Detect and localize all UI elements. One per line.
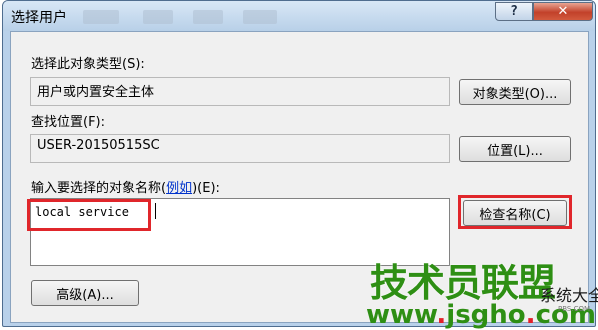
object-type-label: 选择此对象类型(S): — [31, 57, 145, 72]
watermark-title: 技术员联盟 — [370, 261, 556, 305]
background-window-ghost — [193, 10, 223, 24]
help-icon: ? — [510, 4, 518, 19]
watermark-tiny-text: PBS.COM — [558, 305, 591, 313]
location-field: USER-20150515SC — [30, 134, 450, 163]
advanced-button[interactable]: 高级(A)... — [31, 280, 139, 306]
location-value: USER-20150515SC — [37, 138, 160, 153]
object-type-value: 用户或内置安全主体 — [37, 85, 155, 100]
text-caret — [155, 203, 156, 219]
highlight-annotation — [27, 199, 151, 231]
advanced-button-label: 高级(A)... — [56, 287, 114, 303]
object-names-label: 输入要选择的对象名称(例如)(E): — [31, 181, 220, 196]
object-type-field: 用户或内置安全主体 — [30, 77, 450, 106]
background-window-ghost — [243, 10, 277, 24]
locations-button-label: 位置(L)... — [487, 143, 543, 159]
close-button[interactable]: ✕ — [533, 2, 593, 21]
watermark-logo: 技术员联盟 系统大全 www.jsgho.com PBS.COM — [366, 256, 598, 330]
help-button[interactable]: ? — [495, 2, 533, 21]
locations-button[interactable]: 位置(L)... — [459, 136, 571, 162]
background-window-ghost — [83, 10, 119, 24]
background-window-ghost — [143, 10, 173, 24]
location-label: 查找位置(F): — [31, 115, 106, 130]
close-icon: ✕ — [557, 4, 569, 19]
dialog-title: 选择用户 — [11, 10, 67, 26]
examples-link[interactable]: 例如 — [166, 181, 192, 196]
object-types-button[interactable]: 对象类型(O)... — [459, 79, 571, 105]
object-types-button-label: 对象类型(O)... — [472, 86, 558, 102]
title-bar: 选择用户 ? ✕ — [3, 1, 595, 31]
highlight-annotation — [458, 195, 572, 229]
